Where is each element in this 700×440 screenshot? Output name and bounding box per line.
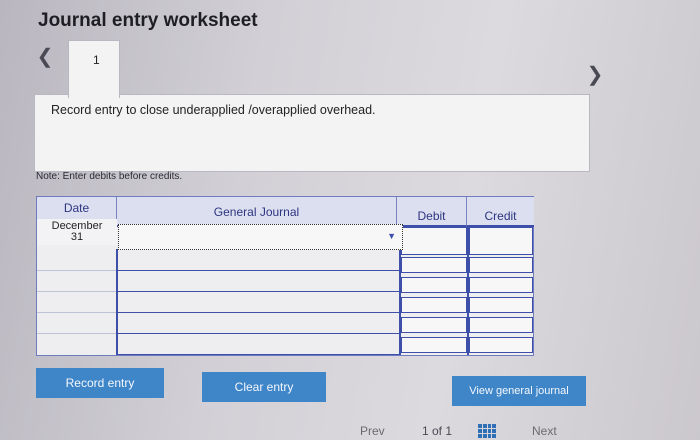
row-divider xyxy=(37,291,117,292)
note-text: Note: Enter debits before credits. xyxy=(36,171,183,182)
date-cell: December 31 xyxy=(37,219,117,245)
journal-table: Date General Journal Debit Credit Decemb… xyxy=(36,196,534,356)
row-divider xyxy=(117,291,401,292)
debit-input[interactable] xyxy=(401,227,467,255)
tab-entry-1[interactable]: 1 xyxy=(68,40,120,98)
debit-input[interactable] xyxy=(401,337,467,353)
credit-input[interactable] xyxy=(469,257,533,273)
row-divider xyxy=(37,333,117,334)
credit-input[interactable] xyxy=(469,277,533,293)
journal-entry-worksheet: Journal entry worksheet ❮ ❯ 1 Record ent… xyxy=(0,0,700,440)
row-divider xyxy=(117,270,401,271)
debit-input[interactable] xyxy=(401,257,467,273)
credit-input[interactable] xyxy=(469,337,533,353)
credit-input[interactable] xyxy=(469,297,533,313)
date-day: 31 xyxy=(70,231,84,243)
column-header-general-journal: General Journal xyxy=(117,197,397,227)
column-header-credit: Credit xyxy=(467,197,534,227)
row-divider xyxy=(37,312,117,313)
prev-page-link[interactable]: Prev xyxy=(360,424,385,438)
chevron-right-icon[interactable]: ❯ xyxy=(586,62,604,87)
instruction-text: Record entry to close underapplied /over… xyxy=(51,103,376,117)
dropdown-arrow-icon: ▼ xyxy=(387,231,396,241)
grid-icon[interactable] xyxy=(478,424,496,438)
page-title: Journal entry worksheet xyxy=(38,10,258,31)
instruction-panel: Record entry to close underapplied /over… xyxy=(34,94,590,172)
debit-input[interactable] xyxy=(401,277,467,293)
credit-input[interactable] xyxy=(469,317,533,333)
row-divider xyxy=(117,333,401,334)
credit-input[interactable] xyxy=(469,227,533,255)
row-divider xyxy=(37,270,117,271)
chevron-left-icon[interactable]: ❮ xyxy=(36,44,54,69)
record-entry-button[interactable]: Record entry xyxy=(36,368,164,398)
column-divider xyxy=(116,249,118,355)
row-divider xyxy=(117,354,401,355)
clear-entry-button[interactable]: Clear entry xyxy=(202,372,326,402)
page-indicator: 1 of 1 xyxy=(422,424,453,438)
row-divider xyxy=(117,312,401,313)
column-header-debit: Debit xyxy=(397,197,467,227)
account-select[interactable]: ▼ xyxy=(118,224,403,250)
debit-input[interactable] xyxy=(401,317,467,333)
tab-label: 1 xyxy=(93,53,100,67)
view-general-journal-button[interactable]: View general journal xyxy=(452,376,586,406)
debit-input[interactable] xyxy=(401,297,467,313)
next-page-link[interactable]: Next xyxy=(532,424,557,438)
